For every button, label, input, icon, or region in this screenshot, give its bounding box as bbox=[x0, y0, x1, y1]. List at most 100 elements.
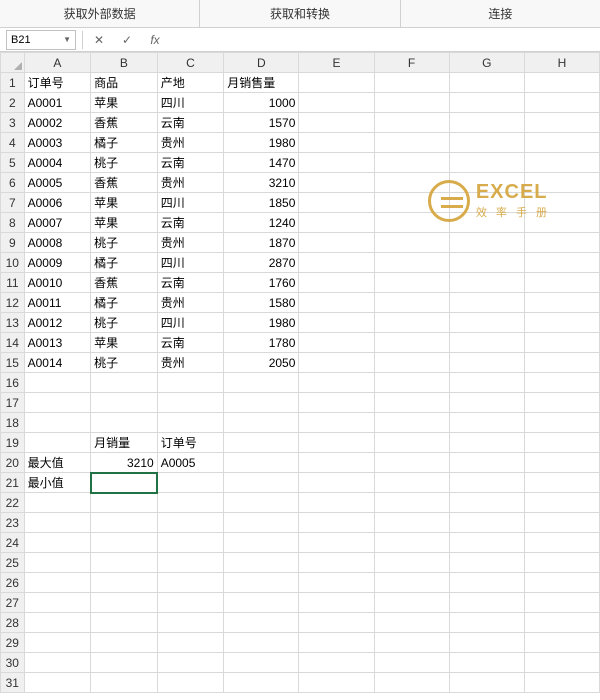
cell-G30[interactable] bbox=[449, 653, 524, 673]
row-header-11[interactable]: 11 bbox=[1, 273, 25, 293]
cell-F6[interactable] bbox=[374, 173, 449, 193]
cell-B15[interactable]: 桃子 bbox=[91, 353, 158, 373]
cell-A12[interactable]: A0011 bbox=[24, 293, 91, 313]
cell-F24[interactable] bbox=[374, 533, 449, 553]
row-header-28[interactable]: 28 bbox=[1, 613, 25, 633]
formula-cancel-button[interactable]: ✕ bbox=[85, 30, 113, 50]
column-header-H[interactable]: H bbox=[524, 53, 599, 73]
cell-A14[interactable]: A0013 bbox=[24, 333, 91, 353]
cell-G14[interactable] bbox=[449, 333, 524, 353]
cell-A3[interactable]: A0002 bbox=[24, 113, 91, 133]
cell-H8[interactable] bbox=[524, 213, 599, 233]
column-header-G[interactable]: G bbox=[449, 53, 524, 73]
cell-D6[interactable]: 3210 bbox=[224, 173, 299, 193]
cell-H21[interactable] bbox=[524, 473, 599, 493]
cell-C17[interactable] bbox=[157, 393, 224, 413]
cell-F26[interactable] bbox=[374, 573, 449, 593]
cell-C31[interactable] bbox=[157, 673, 224, 693]
cell-H28[interactable] bbox=[524, 613, 599, 633]
cell-E9[interactable] bbox=[299, 233, 374, 253]
cell-D12[interactable]: 1580 bbox=[224, 293, 299, 313]
insert-function-button[interactable]: fx bbox=[141, 30, 169, 50]
cell-B16[interactable] bbox=[91, 373, 158, 393]
cell-F27[interactable] bbox=[374, 593, 449, 613]
cell-F23[interactable] bbox=[374, 513, 449, 533]
cell-E6[interactable] bbox=[299, 173, 374, 193]
cell-B27[interactable] bbox=[91, 593, 158, 613]
cell-A5[interactable]: A0004 bbox=[24, 153, 91, 173]
cell-G18[interactable] bbox=[449, 413, 524, 433]
cell-F10[interactable] bbox=[374, 253, 449, 273]
cell-D28[interactable] bbox=[224, 613, 299, 633]
cell-H23[interactable] bbox=[524, 513, 599, 533]
cell-D19[interactable] bbox=[224, 433, 299, 453]
cell-G6[interactable] bbox=[449, 173, 524, 193]
cell-H27[interactable] bbox=[524, 593, 599, 613]
cell-D23[interactable] bbox=[224, 513, 299, 533]
cell-H7[interactable] bbox=[524, 193, 599, 213]
cell-E20[interactable] bbox=[299, 453, 374, 473]
cell-B13[interactable]: 桃子 bbox=[91, 313, 158, 333]
row-header-6[interactable]: 6 bbox=[1, 173, 25, 193]
cell-H6[interactable] bbox=[524, 173, 599, 193]
cell-B7[interactable]: 苹果 bbox=[91, 193, 158, 213]
cell-B31[interactable] bbox=[91, 673, 158, 693]
cell-A11[interactable]: A0010 bbox=[24, 273, 91, 293]
cell-C27[interactable] bbox=[157, 593, 224, 613]
cell-G12[interactable] bbox=[449, 293, 524, 313]
cell-A22[interactable] bbox=[24, 493, 91, 513]
cell-B11[interactable]: 香蕉 bbox=[91, 273, 158, 293]
row-header-24[interactable]: 24 bbox=[1, 533, 25, 553]
cell-A31[interactable] bbox=[24, 673, 91, 693]
cell-G10[interactable] bbox=[449, 253, 524, 273]
cell-H2[interactable] bbox=[524, 93, 599, 113]
cell-E25[interactable] bbox=[299, 553, 374, 573]
cell-D17[interactable] bbox=[224, 393, 299, 413]
cell-A1[interactable]: 订单号 bbox=[24, 73, 91, 93]
cell-F5[interactable] bbox=[374, 153, 449, 173]
cell-H10[interactable] bbox=[524, 253, 599, 273]
spreadsheet-grid[interactable]: EXCEL 效 率 手 册 ABCDEFGH1订单号商品产地月销售量2A0001… bbox=[0, 52, 600, 700]
cell-D10[interactable]: 2870 bbox=[224, 253, 299, 273]
cell-G5[interactable] bbox=[449, 153, 524, 173]
cell-B2[interactable]: 苹果 bbox=[91, 93, 158, 113]
cell-F30[interactable] bbox=[374, 653, 449, 673]
cell-B6[interactable]: 香蕉 bbox=[91, 173, 158, 193]
cell-A10[interactable]: A0009 bbox=[24, 253, 91, 273]
cell-D3[interactable]: 1570 bbox=[224, 113, 299, 133]
row-header-26[interactable]: 26 bbox=[1, 573, 25, 593]
cell-F19[interactable] bbox=[374, 433, 449, 453]
cell-H24[interactable] bbox=[524, 533, 599, 553]
cell-H1[interactable] bbox=[524, 73, 599, 93]
cell-B25[interactable] bbox=[91, 553, 158, 573]
cell-C2[interactable]: 四川 bbox=[157, 93, 224, 113]
cell-F22[interactable] bbox=[374, 493, 449, 513]
cell-C15[interactable]: 贵州 bbox=[157, 353, 224, 373]
cell-D21[interactable] bbox=[224, 473, 299, 493]
cell-D22[interactable] bbox=[224, 493, 299, 513]
cell-G16[interactable] bbox=[449, 373, 524, 393]
cell-H20[interactable] bbox=[524, 453, 599, 473]
cell-C21[interactable] bbox=[157, 473, 224, 493]
cell-G3[interactable] bbox=[449, 113, 524, 133]
cell-C13[interactable]: 四川 bbox=[157, 313, 224, 333]
cell-C10[interactable]: 四川 bbox=[157, 253, 224, 273]
cell-D29[interactable] bbox=[224, 633, 299, 653]
cell-G17[interactable] bbox=[449, 393, 524, 413]
column-header-D[interactable]: D bbox=[224, 53, 299, 73]
cell-D15[interactable]: 2050 bbox=[224, 353, 299, 373]
cell-C4[interactable]: 贵州 bbox=[157, 133, 224, 153]
cell-E5[interactable] bbox=[299, 153, 374, 173]
cell-E29[interactable] bbox=[299, 633, 374, 653]
cell-B22[interactable] bbox=[91, 493, 158, 513]
cell-E22[interactable] bbox=[299, 493, 374, 513]
cell-E1[interactable] bbox=[299, 73, 374, 93]
cell-C5[interactable]: 云南 bbox=[157, 153, 224, 173]
cell-H17[interactable] bbox=[524, 393, 599, 413]
cell-F25[interactable] bbox=[374, 553, 449, 573]
cell-F4[interactable] bbox=[374, 133, 449, 153]
cell-C1[interactable]: 产地 bbox=[157, 73, 224, 93]
cell-B28[interactable] bbox=[91, 613, 158, 633]
column-header-C[interactable]: C bbox=[157, 53, 224, 73]
cell-A24[interactable] bbox=[24, 533, 91, 553]
